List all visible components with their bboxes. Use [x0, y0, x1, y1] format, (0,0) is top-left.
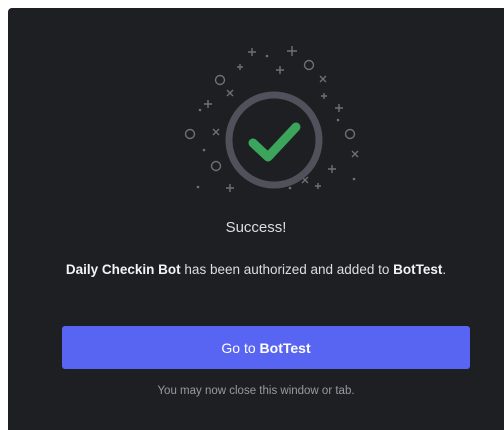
message-end-text: .	[442, 262, 447, 277]
server-name: BotTest	[393, 262, 443, 277]
go-button-prefix: Go to	[221, 340, 260, 356]
go-button-server-name: BotTest	[259, 340, 311, 356]
success-illustration	[184, 46, 359, 192]
success-title: Success!	[225, 219, 287, 236]
bot-name: Daily Checkin Bot	[65, 262, 181, 277]
authorization-success-modal: Success! Daily Checkin Bot has been auth…	[8, 8, 504, 430]
close-window-note: You may now close this window or tab.	[157, 385, 355, 397]
check-circle	[225, 91, 323, 189]
message-middle-text: has been authorized and added to	[180, 262, 394, 277]
go-to-server-button[interactable]: Go to BotTest	[62, 326, 470, 369]
authorization-message: Daily Checkin Bot has been authorized an…	[48, 260, 464, 280]
